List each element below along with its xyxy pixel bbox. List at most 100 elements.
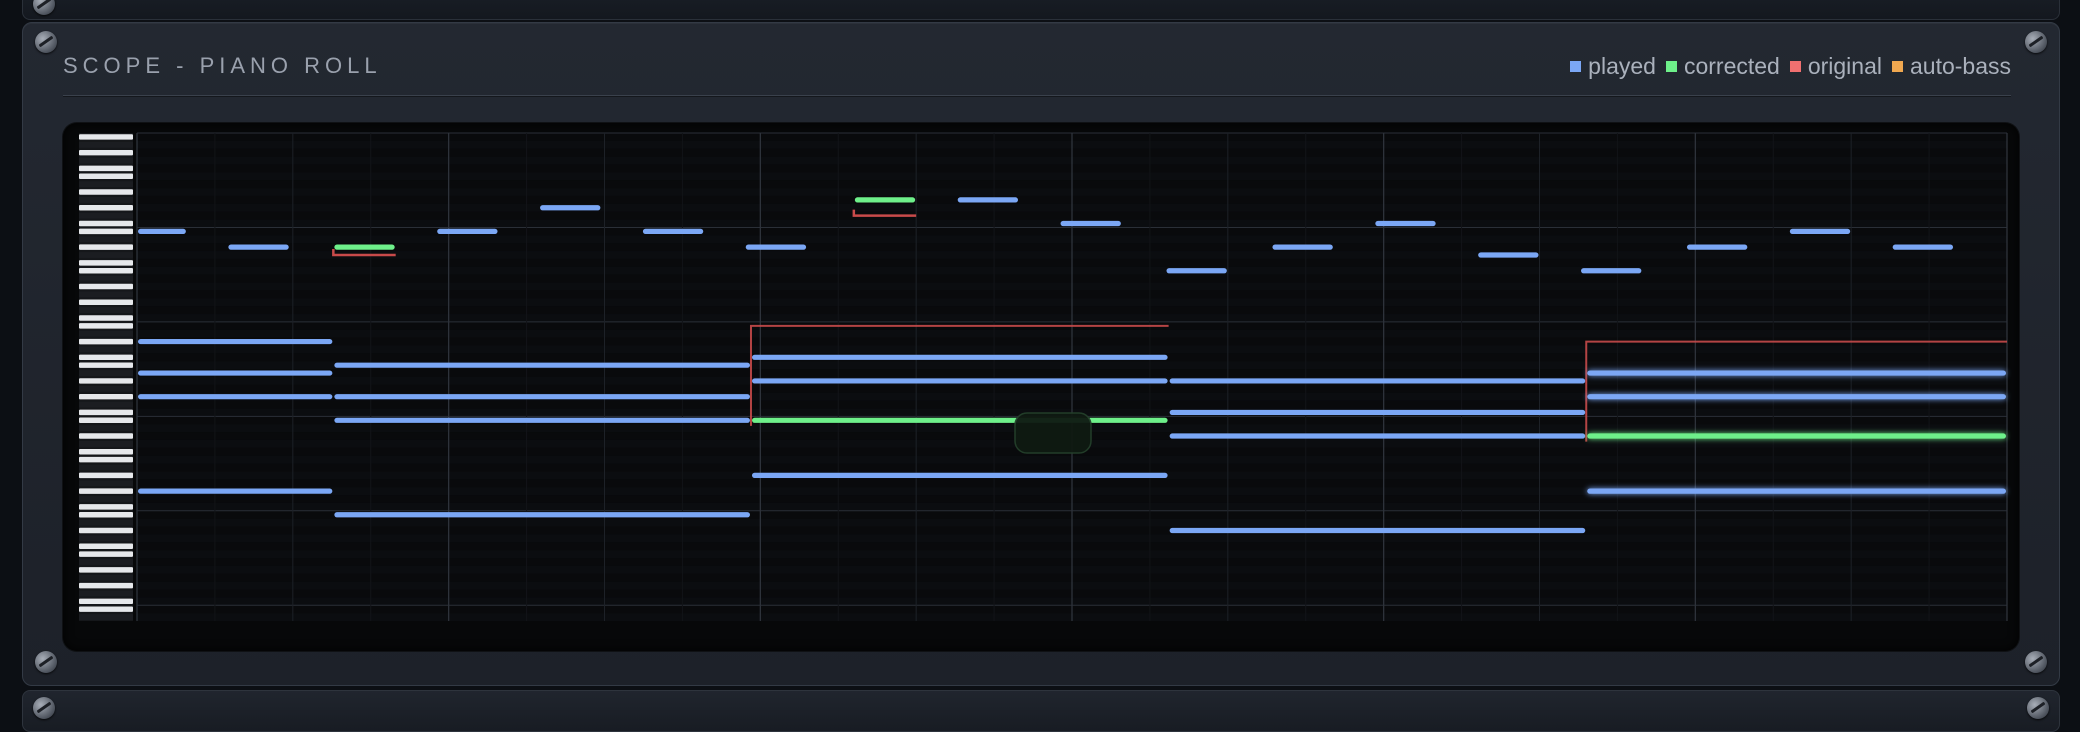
piano-key-black [79, 519, 133, 526]
piano-key-white [79, 409, 133, 416]
played-note [1272, 244, 1333, 250]
piano-key-black [79, 346, 133, 353]
panel-title: SCOPE - PIANO ROLL [63, 53, 382, 78]
piano-key-black [79, 196, 133, 203]
piano-key-black [79, 212, 133, 219]
piano-key-black [79, 464, 133, 471]
played-note [745, 244, 807, 250]
played-note [1060, 220, 1121, 227]
piano-key-black [79, 559, 133, 565]
legend-item-played: played [1570, 53, 1656, 80]
piano-key-white [79, 362, 133, 368]
piano-key-black [79, 574, 133, 581]
piano-key-black [79, 425, 133, 432]
played-note [1478, 252, 1539, 258]
legend-label: played [1588, 53, 1656, 79]
played-note [1581, 268, 1642, 274]
played-note [334, 394, 750, 400]
piano-roll-display[interactable] [63, 123, 2019, 651]
piano-key-white [79, 228, 133, 235]
piano-key-white [79, 606, 133, 612]
piano-key-black [79, 440, 133, 447]
piano-key-white [79, 551, 133, 557]
screw-icon [2027, 697, 2049, 719]
piano-key-white [79, 543, 133, 549]
piano-key-white [79, 598, 133, 605]
played-note [1169, 527, 1586, 534]
piano-key-white [79, 393, 133, 400]
piano-roll-canvas[interactable] [63, 123, 2019, 651]
piano-key-white [79, 472, 133, 479]
piano-key-white [79, 354, 133, 361]
piano-key-black [79, 307, 133, 314]
played-note [334, 362, 750, 368]
corrected-note [334, 244, 395, 250]
played-note [138, 394, 333, 400]
piano-key-black [79, 535, 133, 542]
screw-icon [33, 697, 55, 719]
played-note [138, 338, 333, 345]
piano-key-black [79, 236, 133, 243]
piano-key-white [79, 323, 133, 329]
piano-key-black [79, 181, 133, 188]
legend: played corrected original auto-bass [1570, 53, 2011, 80]
piano-key-white [79, 488, 133, 494]
played-note [1169, 409, 1586, 416]
piano-key-white [79, 173, 133, 180]
piano-roll-panel: SCOPE - PIANO ROLL played corrected origin… [22, 22, 2060, 686]
played-note [1169, 433, 1586, 439]
piano-key-white [79, 456, 133, 463]
screw-icon [2025, 31, 2047, 53]
piano-key-black [79, 157, 133, 164]
piano-key-black [79, 614, 133, 620]
screw-icon [35, 31, 57, 53]
played-note [751, 354, 1168, 360]
legend-label: auto-bass [1909, 53, 2011, 79]
piano-key-white [79, 189, 133, 195]
played-note [1587, 394, 2006, 400]
piano-key-white [79, 244, 133, 250]
piano-key-white [79, 512, 133, 518]
played-note [1375, 220, 1436, 227]
piano-key-black [79, 291, 133, 298]
piano-key-black [79, 401, 133, 408]
piano-key-black [79, 275, 133, 282]
piano-key-white [79, 220, 133, 227]
screw-icon [2025, 651, 2047, 673]
legend-item-auto-bass: auto-bass [1891, 53, 2011, 80]
piano-key-white [79, 299, 133, 305]
legend-swatch [1570, 61, 1582, 72]
piano-key-black [79, 385, 133, 392]
played-note [642, 228, 704, 234]
played-note [751, 472, 1168, 478]
piano-key-white [79, 149, 133, 156]
piano-key-black [79, 252, 133, 258]
piano-key-white [79, 504, 133, 510]
piano-key-black [79, 370, 133, 376]
legend-item-corrected: corrected [1665, 53, 1780, 80]
legend-swatch [1789, 61, 1801, 72]
piano-key-black [79, 480, 133, 487]
played-note [1686, 244, 1748, 250]
playhead-indicator [1014, 412, 1092, 454]
corrected-note [751, 417, 1168, 423]
played-note [334, 417, 750, 423]
played-note [138, 488, 333, 494]
piano-key-white [79, 433, 133, 439]
piano-key-black [79, 496, 133, 502]
piano-key-white [79, 260, 133, 266]
piano-key-white [79, 417, 133, 424]
piano-key-white [79, 527, 133, 534]
played-note [138, 228, 186, 234]
piano-key-white [79, 567, 133, 573]
played-note [1892, 244, 1954, 250]
screw-icon [35, 651, 57, 673]
corrected-note [1587, 433, 2006, 439]
piano-key-white [79, 134, 133, 140]
legend-item-original: original [1789, 53, 1882, 80]
played-note [751, 378, 1168, 384]
piano-key-black [79, 330, 133, 337]
played-note [437, 228, 498, 234]
legend-label: original [1807, 53, 1882, 79]
played-note [1169, 378, 1586, 384]
